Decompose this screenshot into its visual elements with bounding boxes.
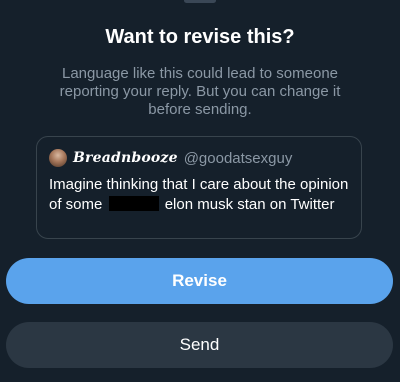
revise-prompt-sheet: Want to revise this? Language like this … <box>0 0 400 382</box>
author-display-name: Breadnbooze <box>73 150 178 166</box>
revise-button[interactable]: Revise <box>6 258 393 304</box>
send-button[interactable]: Send <box>6 322 393 368</box>
reply-text-after-redaction: elon musk stan on Twitter <box>164 196 335 213</box>
author-handle: @goodatsexguy <box>183 149 293 167</box>
reply-preview-card: Breadnbooze @goodatsexguy Imagine thinki… <box>36 136 362 239</box>
dialog-title: Want to revise this? <box>105 26 295 48</box>
reply-text: Imagine thinking that I care about the o… <box>49 175 349 215</box>
sheet-grabber-handle[interactable] <box>184 0 216 3</box>
dialog-description: Language like this could lead to someone… <box>59 65 341 118</box>
reply-author-row: Breadnbooze @goodatsexguy <box>49 147 349 169</box>
redaction-bar <box>108 196 159 211</box>
avatar <box>49 149 67 167</box>
